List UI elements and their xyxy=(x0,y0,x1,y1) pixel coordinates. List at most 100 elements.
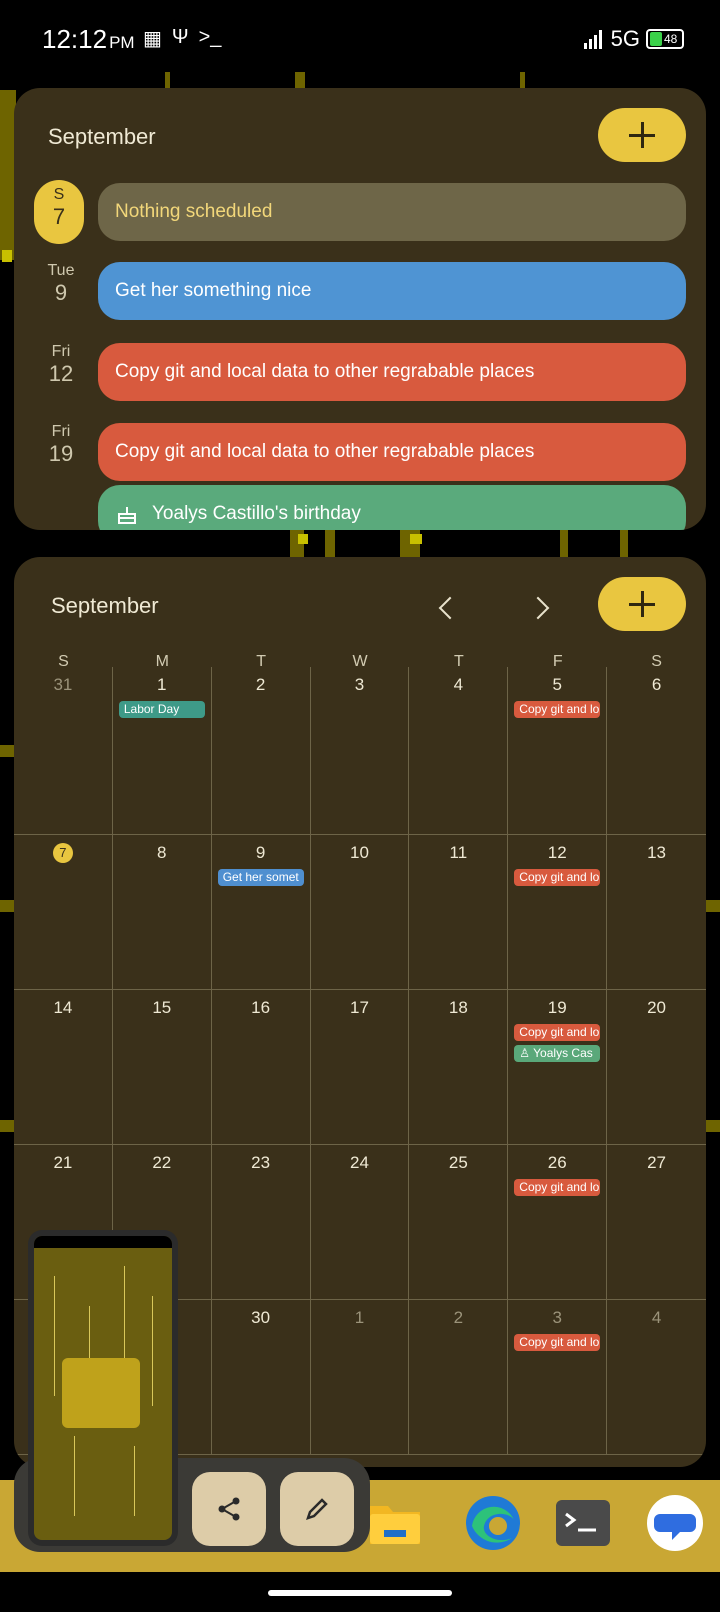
cake-icon xyxy=(118,507,136,524)
agenda-row[interactable]: Yoalys Castillo's birthday xyxy=(14,485,706,530)
agenda-row[interactable]: S 7 Nothing scheduled xyxy=(14,180,706,244)
event-chip[interactable]: Get her somet xyxy=(217,869,304,886)
calendar-day[interactable]: 5 Copy git and lo xyxy=(508,667,608,834)
calendar-day[interactable]: 25 xyxy=(409,1145,509,1299)
calendar-day[interactable]: 31 xyxy=(14,667,113,834)
day-number: 4 xyxy=(453,675,464,694)
edit-button[interactable] xyxy=(280,1472,354,1546)
calendar-week: 7 8 9 Get her somet 10 11 12 Copy git and lo 13 xyxy=(14,835,706,990)
calendar-day[interactable]: 26 Copy git and lo xyxy=(508,1145,608,1299)
calendar-day[interactable]: 13 xyxy=(607,835,706,989)
day-number: 18 xyxy=(448,998,468,1017)
day-number: 11 xyxy=(449,843,468,862)
calendar-day[interactable]: 1 xyxy=(311,1300,410,1454)
edge-icon[interactable] xyxy=(462,1492,524,1554)
day-number: 21 xyxy=(53,1153,73,1172)
calendar-day[interactable]: 17 xyxy=(311,990,410,1144)
calendar-day[interactable]: 27 xyxy=(607,1145,706,1299)
previous-month-icon[interactable] xyxy=(438,597,458,617)
terminal-icon[interactable] xyxy=(552,1492,614,1554)
event-chip[interactable]: Copy git and lo xyxy=(514,1334,601,1351)
day-number: 2 xyxy=(453,1308,464,1327)
calendar-week: 31 1 Labor Day 2 3 4 5 Copy git and lo 6 xyxy=(14,667,706,835)
messages-icon[interactable] xyxy=(644,1492,706,1554)
system-icons: 5G 48 xyxy=(583,26,684,52)
terminal-prompt-icon: >_ xyxy=(198,26,222,48)
status-bar: 12:12 PM ▦ Ψ >_ 5G 48 xyxy=(0,0,720,72)
calendar-day[interactable]: 18 xyxy=(409,990,509,1144)
day-number: 25 xyxy=(448,1153,468,1172)
agenda-add-event-button[interactable] xyxy=(598,108,686,162)
calendar-day[interactable]: 16 xyxy=(212,990,311,1144)
share-button[interactable] xyxy=(192,1472,266,1546)
calendar-day[interactable]: 4 xyxy=(409,667,509,834)
calendar-day[interactable]: 3 xyxy=(311,667,410,834)
calendar-day[interactable]: 30 xyxy=(212,1300,311,1454)
calendar-add-event-button[interactable] xyxy=(598,577,686,631)
day-number: 23 xyxy=(251,1153,271,1172)
battery-icon: 48 xyxy=(646,29,684,49)
agenda-date: Fri 12 xyxy=(48,343,74,386)
event-chip[interactable]: ♙ Yoalys Cas xyxy=(514,1045,601,1062)
agenda-row[interactable]: Fri 12 Copy git and local data to other … xyxy=(14,341,706,403)
event-chip[interactable]: Copy git and lo xyxy=(514,701,601,718)
calendar-day[interactable]: 24 xyxy=(311,1145,410,1299)
screenshot-preview-image xyxy=(34,1236,172,1540)
day-number: 19 xyxy=(547,998,567,1017)
status-time: 12:12 PM xyxy=(42,24,135,54)
calendar-day[interactable]: 10 xyxy=(311,835,410,989)
screenshot-thumbnail[interactable] xyxy=(28,1230,178,1546)
calendar-day[interactable]: 11 xyxy=(409,835,509,989)
home-indicator[interactable] xyxy=(268,1590,452,1596)
day-number: 26 xyxy=(547,1153,567,1172)
agenda-row[interactable]: Fri 19 Copy git and local data to other … xyxy=(14,421,706,483)
day-number: 1 xyxy=(157,675,167,694)
calendar-day[interactable]: 3 Copy git and lo xyxy=(508,1300,608,1454)
agenda-event[interactable]: Copy git and local data to other regraba… xyxy=(98,343,686,401)
day-number: 4 xyxy=(651,1308,662,1327)
agenda-event[interactable]: Copy git and local data to other regraba… xyxy=(98,423,686,481)
calendar-day[interactable]: 6 xyxy=(607,667,706,834)
day-number: 30 xyxy=(251,1308,271,1327)
event-chip[interactable]: Copy git and lo xyxy=(514,869,601,886)
calendar-day[interactable]: 14 xyxy=(14,990,113,1144)
day-number: 3 xyxy=(354,675,365,694)
calendar-day[interactable]: 4 xyxy=(607,1300,706,1454)
day-number: 13 xyxy=(647,843,667,862)
calendar-week: 14 15 16 17 18 19 Copy git and lo ♙ Yoalys Cas 2… xyxy=(14,990,706,1145)
notification-icons: ▦ Ψ >_ xyxy=(143,26,221,51)
event-chip[interactable]: Copy git and lo xyxy=(514,1179,601,1196)
today-date-pill: S 7 xyxy=(34,180,84,244)
usb-icon: Ψ xyxy=(171,26,189,48)
plus-icon xyxy=(629,122,655,148)
event-chip[interactable]: Copy git and lo xyxy=(514,1024,601,1041)
calendar-day[interactable]: 20 xyxy=(607,990,706,1144)
agenda-widget[interactable]: September S 7 Nothing scheduled Tue 9 Ge… xyxy=(14,88,706,530)
day-number: 1 xyxy=(354,1308,365,1327)
day-number: 12 xyxy=(547,843,567,862)
agenda-event[interactable]: Get her something nice xyxy=(98,262,686,320)
day-number: 31 xyxy=(53,675,73,694)
agenda-date: Fri 19 xyxy=(48,423,74,466)
calendar-day[interactable]: 1 Labor Day xyxy=(113,667,212,834)
agenda-month-title: September xyxy=(48,124,156,149)
event-chip[interactable]: Labor Day xyxy=(118,701,205,718)
day-number: 9 xyxy=(255,843,266,862)
files-icon[interactable] xyxy=(364,1492,426,1554)
calendar-day[interactable]: 9 Get her somet xyxy=(212,835,311,989)
calendar-day[interactable]: 2 xyxy=(212,667,311,834)
calendar-day[interactable]: 23 xyxy=(212,1145,311,1299)
next-month-icon[interactable] xyxy=(530,597,550,617)
calendar-day[interactable]: 12 Copy git and lo xyxy=(508,835,608,989)
calendar-day[interactable]: 19 Copy git and lo ♙ Yoalys Cas xyxy=(508,990,608,1144)
calendar-icon: ▦ xyxy=(143,28,162,50)
agenda-event[interactable]: Yoalys Castillo's birthday xyxy=(98,485,686,530)
day-number: 2 xyxy=(255,675,266,694)
calendar-day[interactable]: 15 xyxy=(113,990,212,1144)
agenda-event[interactable]: Nothing scheduled xyxy=(98,183,686,241)
agenda-row[interactable]: Tue 9 Get her something nice xyxy=(14,260,706,322)
calendar-day[interactable]: 7 xyxy=(14,835,113,989)
calendar-day[interactable]: 8 xyxy=(113,835,212,989)
calendar-day[interactable]: 2 xyxy=(409,1300,509,1454)
day-number: 20 xyxy=(647,998,667,1017)
